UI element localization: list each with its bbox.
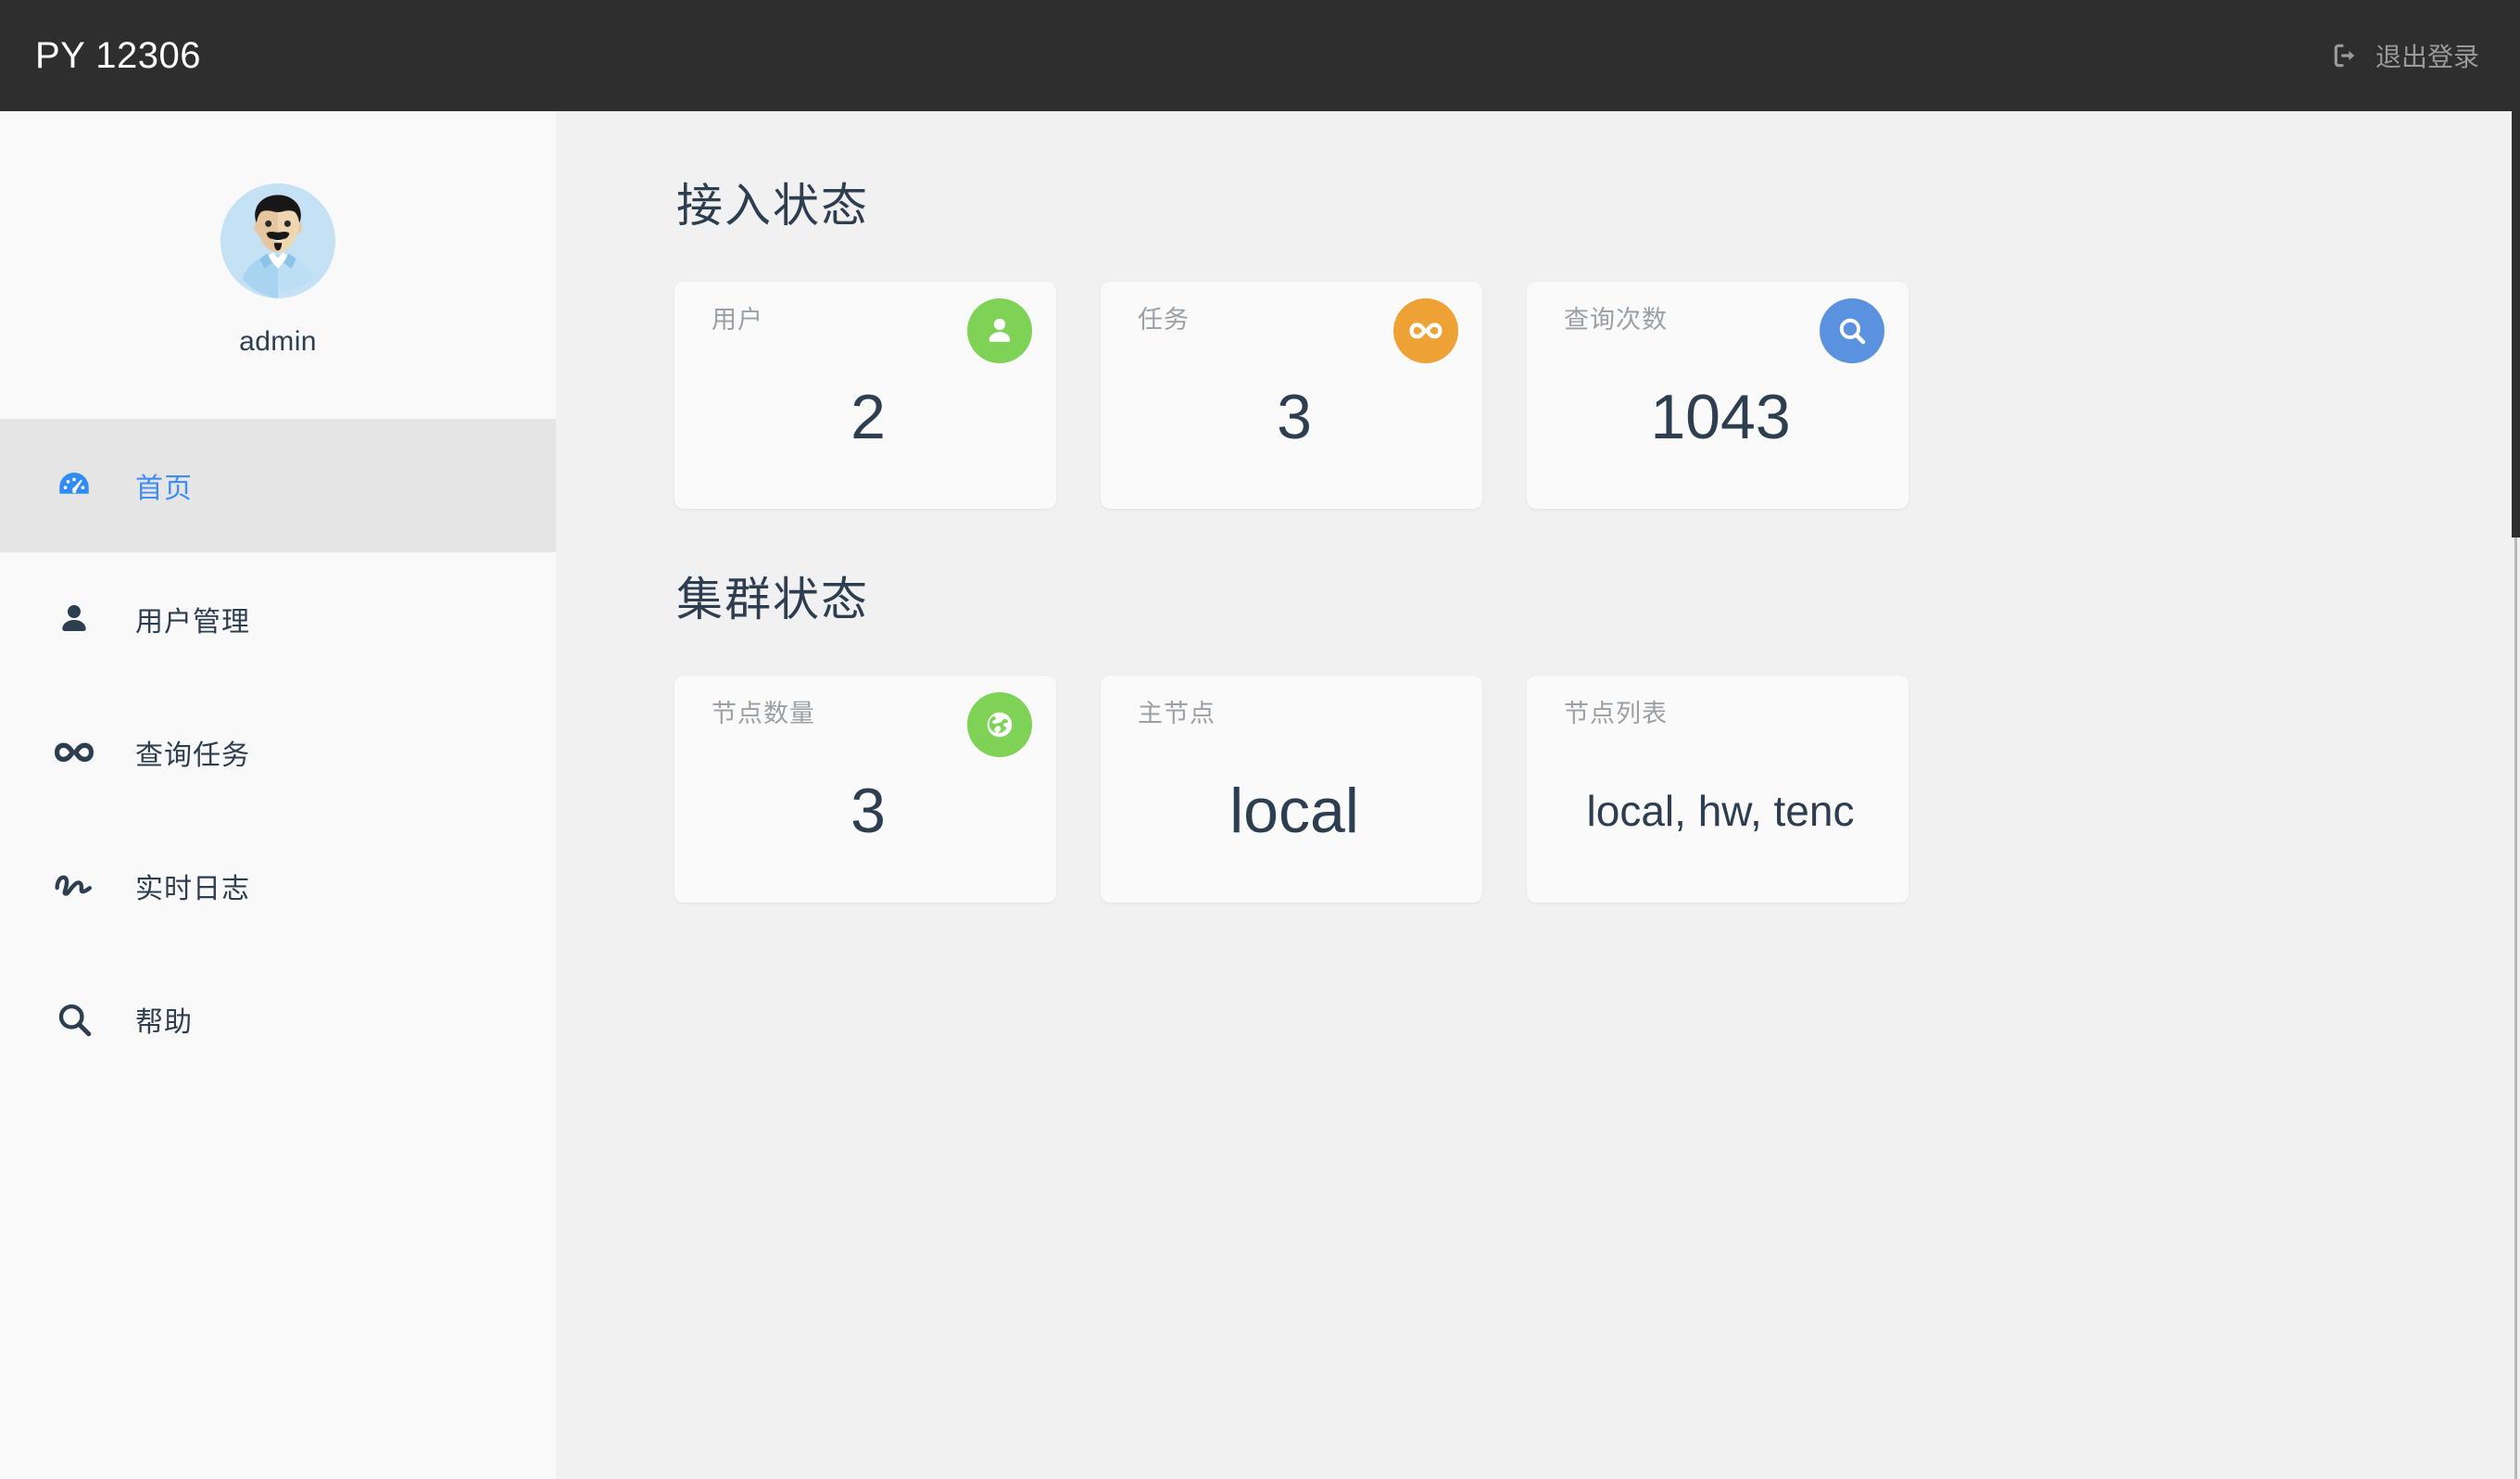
app-title: PY 12306 bbox=[35, 34, 201, 76]
stat-card-master-node: 主节点 local bbox=[1101, 676, 1482, 903]
profile-username: admin bbox=[239, 326, 317, 357]
sidebar-item-help[interactable]: 帮助 bbox=[0, 953, 556, 1086]
section-title-cluster-status: 集群状态 bbox=[676, 574, 869, 626]
stat-card-node-count: 节点数量 3 bbox=[674, 676, 1056, 903]
search-icon bbox=[48, 1000, 100, 1039]
cluster-status-card-row: 节点数量 3 主节点 local 节点列表 local, hw, tenc bbox=[674, 676, 2520, 903]
user-badge-icon bbox=[967, 298, 1032, 363]
dashboard-gauge-icon bbox=[48, 466, 100, 505]
app-root: PY 12306 退出登录 admin 首页 用户管理 查询任务 实时日志 帮助… bbox=[0, 0, 2520, 1479]
access-status-card-row: 用户 2 任务 3 查询次数 1043 bbox=[674, 282, 2520, 509]
activity-squiggle-icon bbox=[48, 870, 100, 902]
top-header-bar: PY 12306 退出登录 bbox=[0, 0, 2520, 111]
sidebar-item-query-tasks[interactable]: 查询任务 bbox=[0, 686, 556, 819]
profile-block: admin bbox=[0, 111, 556, 419]
logout-label: 退出登录 bbox=[2375, 43, 2479, 71]
infinity-icon bbox=[48, 730, 100, 775]
sign-out-icon bbox=[2331, 41, 2361, 70]
stat-card-users: 用户 2 bbox=[674, 282, 1056, 509]
avatar bbox=[220, 183, 335, 298]
sidebar: admin 首页 用户管理 查询任务 实时日志 帮助 bbox=[0, 111, 556, 1479]
infinity-badge-icon bbox=[1393, 298, 1458, 363]
section-title-access-status: 接入状态 bbox=[676, 180, 869, 232]
stat-card-value: local bbox=[1229, 776, 1359, 846]
sidebar-nav: 首页 用户管理 查询任务 实时日志 帮助 bbox=[0, 419, 556, 1086]
user-icon bbox=[48, 600, 100, 638]
body-container: admin 首页 用户管理 查询任务 实时日志 帮助 接入状态 用户 2 任务 … bbox=[0, 111, 2520, 1479]
stat-card-tasks: 任务 3 bbox=[1101, 282, 1482, 509]
stat-card-value: local, hw, tenc bbox=[1586, 787, 1855, 835]
sidebar-item-user-management[interactable]: 用户管理 bbox=[0, 552, 556, 686]
scrollbar-rail bbox=[2514, 537, 2517, 1479]
vertical-scrollbar[interactable] bbox=[2512, 111, 2520, 1479]
sidebar-item-label: 实时日志 bbox=[135, 874, 250, 904]
sidebar-item-label: 用户管理 bbox=[135, 607, 250, 638]
globe-badge-icon bbox=[967, 692, 1032, 757]
stat-card-query-count: 查询次数 1043 bbox=[1527, 282, 1909, 509]
scrollbar-thumb[interactable] bbox=[2512, 111, 2520, 537]
sidebar-item-home[interactable]: 首页 bbox=[0, 419, 556, 552]
main-content: 接入状态 用户 2 任务 3 查询次数 1043 集群状态 节点数量 3 主节点… bbox=[556, 111, 2520, 1479]
sidebar-item-label: 查询任务 bbox=[135, 740, 250, 771]
search-badge-icon bbox=[1820, 298, 1884, 363]
sidebar-item-realtime-log[interactable]: 实时日志 bbox=[0, 819, 556, 953]
logout-button[interactable]: 退出登录 bbox=[2331, 37, 2479, 74]
sidebar-item-label: 首页 bbox=[135, 474, 193, 504]
sidebar-item-label: 帮助 bbox=[135, 1007, 193, 1038]
stat-card-node-list: 节点列表 local, hw, tenc bbox=[1527, 676, 1909, 903]
